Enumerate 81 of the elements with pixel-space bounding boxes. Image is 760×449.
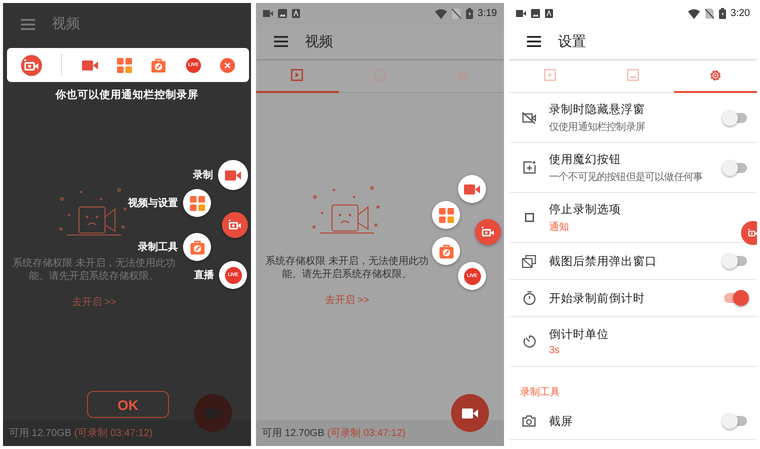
- app-bar-title: 视频: [305, 32, 333, 50]
- video-settings-button[interactable]: [183, 189, 211, 217]
- toolbox-icon: [190, 240, 204, 254]
- tools-button[interactable]: [183, 233, 211, 261]
- grid-icon[interactable]: [116, 58, 132, 72]
- storage-available: 可用 12.70GB: [262, 427, 324, 440]
- screenshot-popup-icon: [522, 254, 536, 268]
- video-camera-icon: [225, 170, 241, 180]
- play-icon: [544, 69, 556, 81]
- record-time-left: (可录制 03:47:12): [74, 426, 153, 440]
- status-time: 3:19: [478, 8, 497, 19]
- setting-title: 截屏: [549, 414, 574, 428]
- wifi-icon: [688, 8, 700, 18]
- hint-text: 你也可以使用通知栏控制录屏: [54, 88, 200, 102]
- no-sim-icon: [452, 8, 461, 19]
- toggle-switch[interactable]: [722, 110, 747, 126]
- setting-description: 一个不可见的按钮但是可以做任何事: [549, 170, 704, 184]
- app-bar-title: 视频: [52, 15, 80, 33]
- permission-message: 系统存储权限 未开启，无法使用此功能。请先开启系统存储权限。: [12, 257, 176, 283]
- record-button[interactable]: [218, 160, 248, 190]
- no-sim-icon: [704, 8, 714, 19]
- ok-button[interactable]: OK: [87, 391, 169, 418]
- storage-available: 可用 12.70GB: [9, 427, 72, 440]
- timer-icon: [522, 335, 536, 348]
- menu-label: 直播: [194, 268, 214, 282]
- video-camera-icon[interactable]: [82, 60, 98, 70]
- grid-icon: [190, 196, 204, 210]
- video-camera-icon: [462, 408, 478, 418]
- video-camera-icon: [516, 10, 526, 17]
- play-icon: [291, 69, 304, 81]
- setting-value: 通知: [549, 220, 570, 234]
- video-off-icon: [522, 112, 536, 124]
- setting-title: 开始录制前倒计时: [549, 292, 646, 306]
- record-fab[interactable]: [451, 394, 489, 432]
- toggle-switch[interactable]: [722, 160, 747, 176]
- status-time: 3:20: [730, 8, 750, 19]
- magic-button-icon: [522, 161, 536, 174]
- toolbox-icon: [438, 244, 454, 258]
- enable-link[interactable]: 去开启 >>: [324, 293, 370, 307]
- setting-title: 停止录制选项: [549, 202, 622, 216]
- battery-icon: [718, 8, 726, 19]
- setting-title: 截图后禁用弹出窗口: [549, 254, 658, 268]
- enable-link[interactable]: 去开启 >>: [72, 295, 116, 309]
- grid-icon: [438, 208, 454, 222]
- image-icon: [531, 9, 540, 18]
- permission-message: 系统存储权限 未开启，无法使用此功能。请先开启系统存储权限。: [264, 255, 430, 281]
- screen-recorder-icon: [479, 223, 497, 241]
- image-icon: [278, 9, 287, 18]
- section-header: 录制工具: [519, 386, 561, 400]
- floating-recorder-button[interactable]: [222, 212, 248, 238]
- toggle-switch[interactable]: [722, 290, 747, 306]
- app-bar-title: 设置: [558, 32, 586, 50]
- video-camera-icon: [464, 184, 480, 194]
- setting-title: 使用魔幻按钮: [549, 152, 622, 166]
- setting-title: 录制时隐藏悬浮窗: [549, 102, 646, 116]
- wifi-icon: [434, 8, 447, 18]
- close-icon[interactable]: [220, 58, 236, 72]
- screen-recorder-icon: [226, 216, 244, 234]
- square-icon: [524, 213, 534, 222]
- setting-description: 仅使用通知栏控制录屏: [549, 120, 646, 134]
- video-camera-icon: [263, 10, 273, 17]
- settings-icon: [709, 68, 722, 82]
- menu-icon[interactable]: [274, 36, 288, 47]
- stopwatch-icon: [522, 291, 536, 305]
- menu-label: 录制: [193, 168, 213, 182]
- battery-icon: [466, 8, 473, 19]
- setting-title: 倒计时单位: [549, 328, 610, 342]
- record-time-left: (可录制 03:47:12): [327, 426, 406, 440]
- menu-icon[interactable]: [527, 36, 541, 47]
- toggle-switch[interactable]: [722, 413, 747, 429]
- image-icon: [627, 69, 639, 81]
- toolbox-icon[interactable]: [151, 58, 166, 72]
- notification-icon: [292, 9, 300, 18]
- menu-label: 录制工具: [138, 240, 178, 254]
- video-camera-icon: [205, 408, 221, 418]
- menu-label: 视频与设置: [128, 196, 178, 210]
- camera-icon: [522, 415, 536, 427]
- toggle-switch[interactable]: [722, 253, 747, 269]
- setting-value: 3s: [549, 345, 561, 356]
- notification-icon: [545, 9, 553, 18]
- screen-recorder-icon[interactable]: [20, 54, 42, 76]
